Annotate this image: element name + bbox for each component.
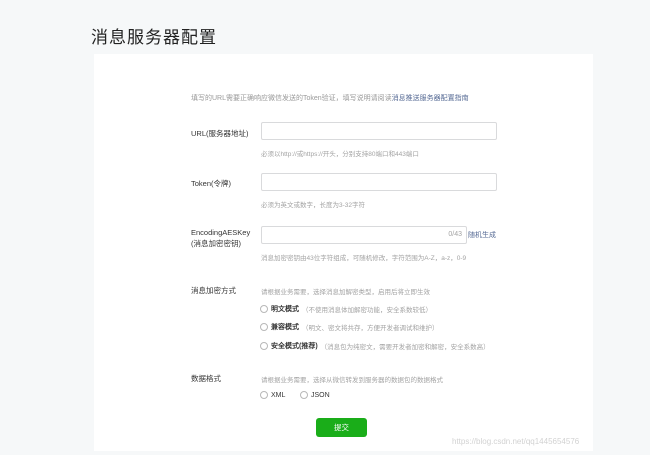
radio-button[interactable] (260, 305, 268, 313)
submit-button[interactable]: 提交 (316, 418, 367, 437)
aes-key-label-line2: (消息加密密钥) (191, 239, 241, 248)
radio-button[interactable] (260, 391, 268, 399)
page-title: 消息服务器配置 (91, 28, 217, 47)
token-hint: 必须为英文或数字，长度为3-32字符 (261, 202, 366, 209)
format-option-xml[interactable]: XML (260, 391, 285, 399)
random-generate-link[interactable]: 随机生成 (468, 230, 496, 240)
encryption-label: 消息加密方式 (191, 286, 236, 295)
encryption-option-compatible[interactable]: 兼容模式 （明文、密文将共存，方便开发者调试和维护） (260, 322, 439, 332)
data-format-hint: 请根据业务需要，选择从微信转发到服务器的数据包的数据格式 (261, 377, 443, 384)
encryption-option-secure[interactable]: 安全模式(推荐) （消息包为纯密文，需要开发者加密和解密，安全系数高） (260, 341, 490, 351)
option-name: 兼容模式 (271, 324, 299, 331)
config-form-card: 填写的URL需要正确响应微信发送的Token验证，填写说明请阅读消息推送服务器配… (94, 54, 593, 451)
token-label: Token(令牌) (191, 179, 232, 188)
token-input[interactable] (261, 173, 497, 191)
radio-button[interactable] (260, 342, 268, 350)
option-name: 明文模式 (271, 306, 299, 313)
encryption-hint: 请根据业务需要，选择消息加解密类型，启用后将立即生效 (261, 289, 430, 296)
data-format-label: 数据格式 (191, 374, 221, 383)
option-name: JSON (311, 391, 330, 399)
radio-button[interactable] (260, 323, 268, 331)
option-name: XML (271, 391, 286, 399)
config-guide-link[interactable]: 消息推送服务器配置指南 (392, 95, 469, 102)
encryption-option-plaintext[interactable]: 明文模式 （不使用消息体加解密功能，安全系数较低） (260, 304, 432, 314)
aes-key-label: EncodingAESKey (消息加密密钥) (191, 227, 250, 249)
option-description: （消息包为纯密文，需要开发者加密和解密，安全系数高） (320, 344, 490, 351)
url-label: URL(服务器地址) (191, 129, 249, 138)
radio-button[interactable] (300, 391, 308, 399)
option-name: 安全模式(推荐) (271, 343, 318, 350)
intro-text: 填写的URL需要正确响应微信发送的Token验证，填写说明请阅读消息推送服务器配… (191, 93, 469, 103)
option-description: （明文、密文将共存，方便开发者调试和维护） (302, 325, 439, 332)
url-input[interactable] (261, 122, 497, 140)
aes-key-counter: 0/43 (448, 231, 462, 238)
option-description: （不使用消息体加解密功能，安全系数较低） (302, 307, 432, 314)
watermark: https://blog.csdn.net/qq1445654576 (452, 437, 580, 446)
format-option-json[interactable]: JSON (300, 391, 330, 399)
aes-key-hint: 消息加密密钥由43位字符组成，可随机修改，字符范围为A-Z，a-z，0-9 (261, 255, 467, 262)
intro-description: 填写的URL需要正确响应微信发送的Token验证，填写说明请阅读 (191, 95, 392, 102)
aes-key-label-line1: EncodingAESKey (191, 228, 251, 237)
url-hint: 必须以http://或https://开头，分别支持80端口和443端口 (261, 151, 419, 158)
